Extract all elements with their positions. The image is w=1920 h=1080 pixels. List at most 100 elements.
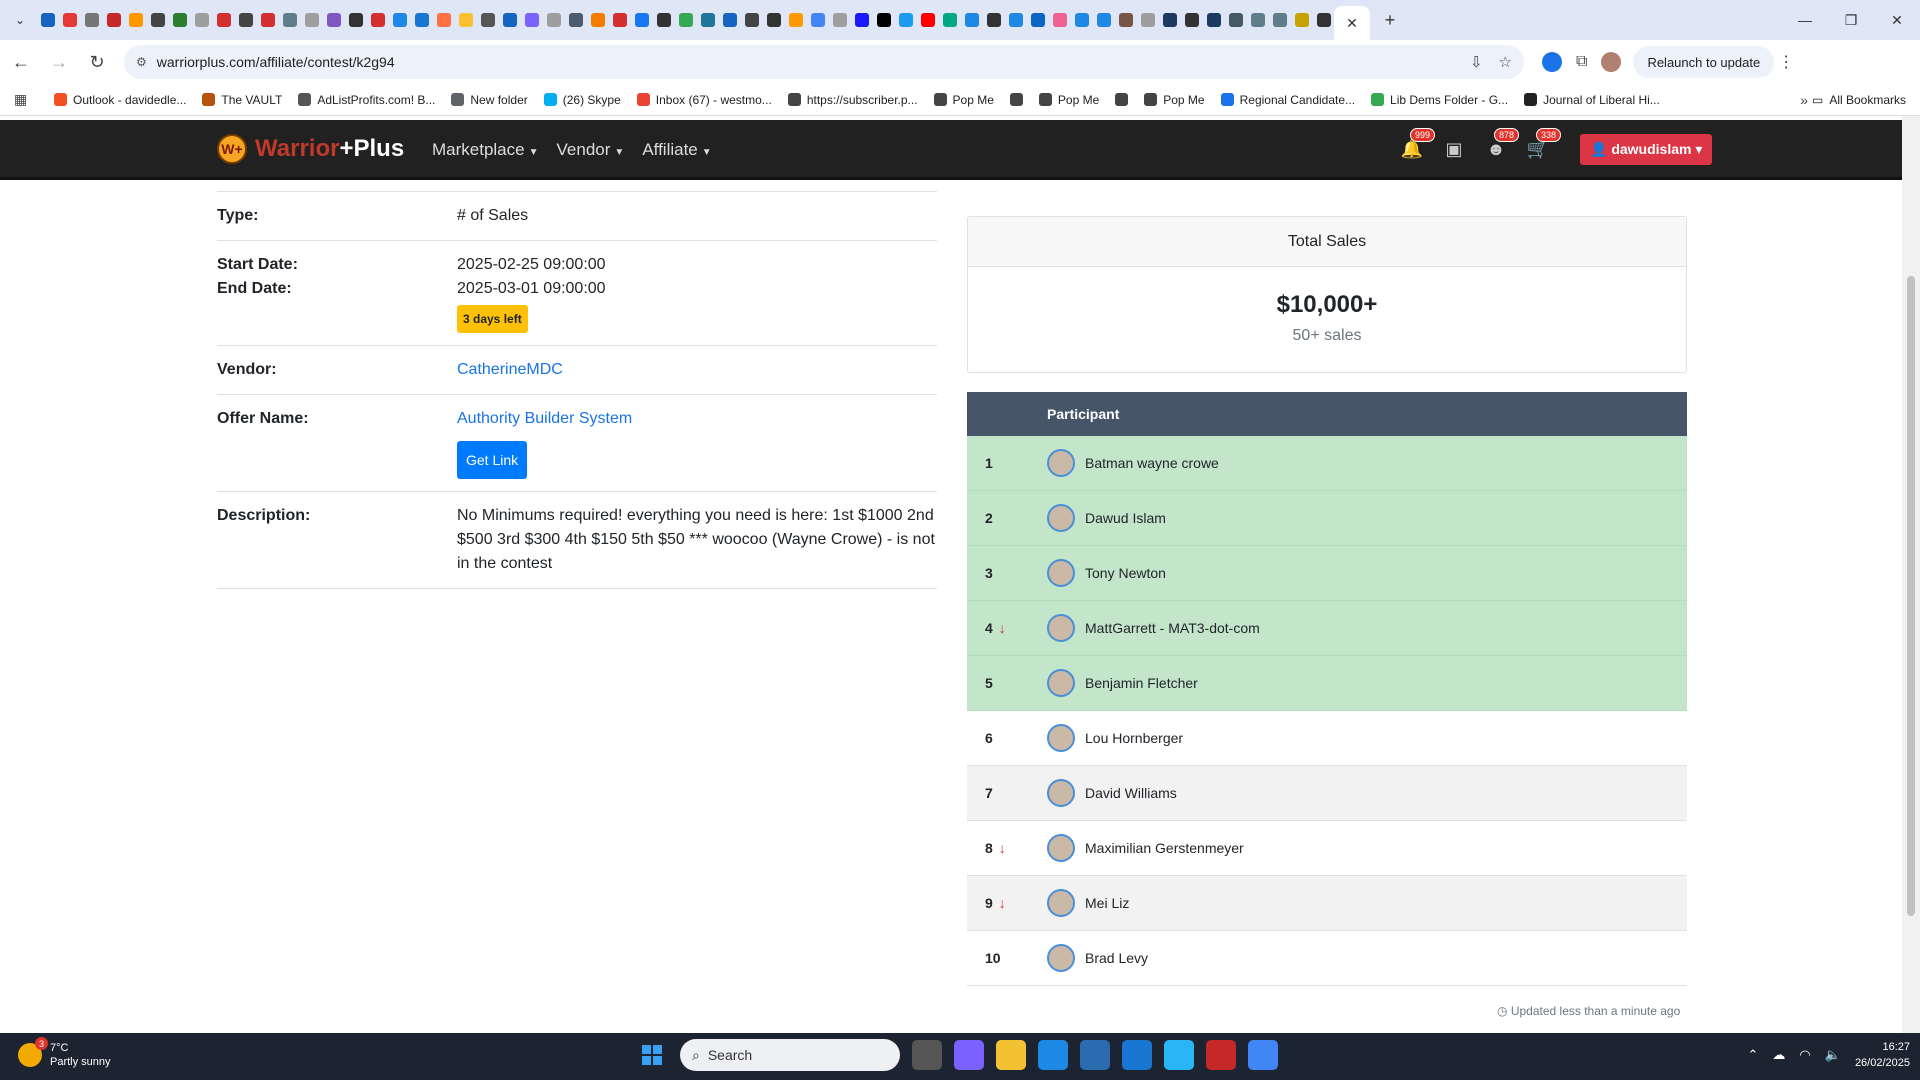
bookmark-item[interactable]: Pop Me — [1038, 93, 1099, 107]
taskbar-search[interactable]: ⌕ Search — [680, 1039, 900, 1071]
wifi-icon[interactable]: ◠ — [1799, 1047, 1810, 1063]
tab-favicon[interactable] — [104, 10, 124, 30]
bookmark-star-icon[interactable]: ☆ — [1499, 53, 1512, 71]
profile-avatar[interactable] — [1601, 52, 1622, 72]
tab-favicon[interactable] — [170, 10, 190, 30]
tab-favicon[interactable] — [830, 10, 850, 30]
bookmark-item[interactable]: Lib Dems Folder - G... — [1371, 93, 1508, 107]
tab-favicon[interactable] — [786, 10, 806, 30]
tab-favicon[interactable] — [852, 10, 872, 30]
tab-favicon[interactable] — [236, 10, 256, 30]
offer-link[interactable]: Authority Builder System — [457, 407, 937, 431]
money-icon[interactable]: ▣ — [1442, 138, 1466, 162]
tab-favicon[interactable] — [522, 10, 542, 30]
site-info-icon[interactable]: ⚙ — [136, 55, 147, 69]
new-tab-button[interactable]: + — [1376, 6, 1404, 34]
notifications-bell-icon[interactable]: 🔔 999 — [1400, 127, 1436, 162]
tab-favicon[interactable] — [940, 10, 960, 30]
tab-favicon[interactable] — [1314, 10, 1334, 30]
bookmark-item[interactable]: New folder — [451, 93, 528, 107]
bookmark-item[interactable]: Journal of Liberal Hi... — [1524, 93, 1660, 107]
bookmark-item[interactable]: Pop Me — [933, 93, 994, 107]
menu-vendor[interactable]: Vendor ▼ — [557, 140, 625, 160]
get-link-button[interactable]: Get Link — [457, 441, 528, 479]
task-view-icon[interactable] — [912, 1040, 942, 1070]
minimize-icon[interactable]: — — [1782, 0, 1828, 40]
tab-favicon[interactable] — [1116, 10, 1136, 30]
restore-icon[interactable]: ❐ — [1828, 0, 1874, 40]
menu-marketplace[interactable]: Marketplace ▼ — [432, 140, 539, 160]
tab-favicon[interactable] — [676, 10, 696, 30]
onedrive-icon[interactable]: ☁ — [1772, 1047, 1785, 1063]
edge-icon[interactable] — [1038, 1040, 1068, 1070]
tab-favicon[interactable] — [1292, 10, 1312, 30]
tab-favicon[interactable] — [456, 10, 476, 30]
page-scrollbar[interactable] — [1902, 116, 1920, 1033]
bookmark-item[interactable]: Outlook - davidedle... — [54, 93, 186, 107]
puzzle-icon[interactable]: ⧉ — [1576, 53, 1587, 71]
tab-favicon[interactable] — [654, 10, 674, 30]
back-icon[interactable]: ← — [4, 45, 38, 79]
menu-affiliate[interactable]: Affiliate ▼ — [642, 140, 711, 160]
tab-favicon[interactable] — [610, 10, 630, 30]
tab-favicon[interactable] — [500, 10, 520, 30]
bookmark-item[interactable] — [1115, 93, 1129, 107]
bookmark-item[interactable]: Inbox (67) - westmo... — [636, 93, 772, 107]
tab-favicon[interactable] — [742, 10, 762, 30]
user-menu-button[interactable]: 👤 dawudislam ▾ — [1580, 134, 1713, 165]
menu-kebab-icon[interactable]: ⋮ — [1778, 52, 1794, 72]
forward-icon[interactable]: → — [42, 45, 76, 79]
tab-favicon[interactable] — [896, 10, 916, 30]
tab-favicon[interactable] — [346, 10, 366, 30]
tab-favicon[interactable] — [434, 10, 454, 30]
bookmark-item[interactable] — [1009, 93, 1023, 107]
volume-icon[interactable]: 🔈 — [1825, 1047, 1841, 1063]
tab-favicon[interactable] — [632, 10, 652, 30]
tab-favicon[interactable] — [60, 10, 80, 30]
relaunch-button[interactable]: Relaunch to update — [1633, 46, 1775, 78]
bookmark-item[interactable]: Pop Me — [1144, 93, 1205, 107]
clock[interactable]: 16:27 26/02/2025 — [1855, 1039, 1910, 1071]
store-icon[interactable] — [1080, 1040, 1110, 1070]
chrome-icon[interactable] — [1248, 1040, 1278, 1070]
tab-favicon[interactable] — [962, 10, 982, 30]
window-close-icon[interactable]: ✕ — [1874, 0, 1920, 40]
friends-icon[interactable]: ☻ 878 — [1484, 127, 1520, 162]
tab-favicon[interactable] — [764, 10, 784, 30]
tab-favicon[interactable] — [1028, 10, 1048, 30]
tab-favicon[interactable] — [588, 10, 608, 30]
tab-favicon[interactable] — [1006, 10, 1026, 30]
tab-favicon[interactable] — [1050, 10, 1070, 30]
tab-favicon[interactable] — [698, 10, 718, 30]
install-app-icon[interactable]: ⇩ — [1470, 53, 1483, 71]
tab-favicon[interactable] — [1182, 10, 1202, 30]
tab-favicon[interactable] — [1138, 10, 1158, 30]
weather-widget[interactable]: 3 7°C Partly sunny — [18, 1037, 111, 1069]
tab-favicon[interactable] — [126, 10, 146, 30]
tab-favicon[interactable] — [918, 10, 938, 30]
tab-close-icon[interactable]: ✕ — [1346, 15, 1358, 32]
bookmark-item[interactable]: (26) Skype — [543, 93, 621, 107]
tab-favicon[interactable] — [280, 10, 300, 30]
help-icon[interactable] — [1164, 1040, 1194, 1070]
tray-overflow-icon[interactable]: ⌃ — [1748, 1047, 1759, 1063]
tab-favicon[interactable] — [38, 10, 58, 30]
brand-logo-link[interactable]: W+ Warrior+Plus — [217, 134, 404, 164]
tab-favicon[interactable] — [544, 10, 564, 30]
tab-favicon[interactable] — [566, 10, 586, 30]
active-tab[interactable]: ✕ — [1334, 6, 1370, 40]
mylife-icon[interactable] — [1122, 1040, 1152, 1070]
tab-favicon[interactable] — [214, 10, 234, 30]
tab-favicon[interactable] — [984, 10, 1004, 30]
address-bar[interactable]: ⚙ warriorplus.com/affiliate/contest/k2g9… — [124, 45, 1524, 79]
tab-favicon[interactable] — [302, 10, 322, 30]
scrollbar-thumb[interactable] — [1907, 276, 1915, 916]
tab-favicon[interactable] — [368, 10, 388, 30]
bookmark-item[interactable]: The VAULT — [202, 93, 282, 107]
tab-favicon[interactable] — [192, 10, 212, 30]
tab-favicon[interactable] — [390, 10, 410, 30]
tab-favicon[interactable] — [1226, 10, 1246, 30]
reload-icon[interactable]: ↻ — [80, 45, 114, 79]
tab-favicon[interactable] — [478, 10, 498, 30]
windows-start-icon[interactable] — [636, 1039, 668, 1071]
